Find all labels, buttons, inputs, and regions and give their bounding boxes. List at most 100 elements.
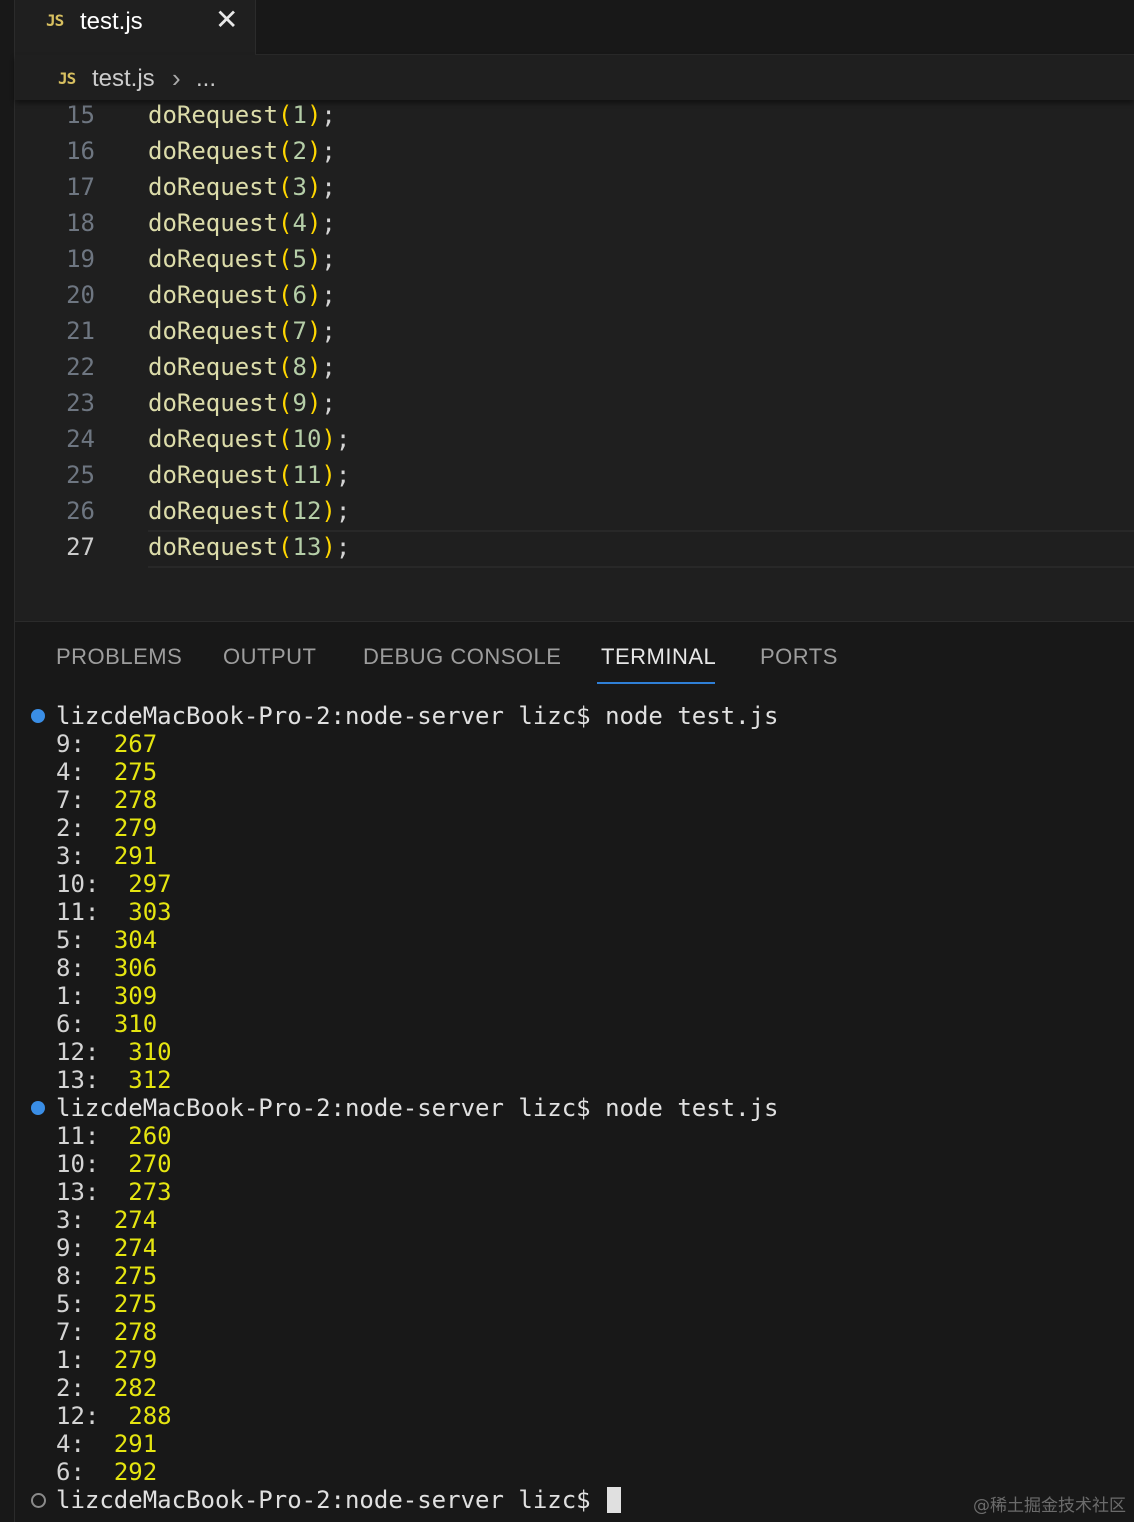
code-text: doRequest(5); [148, 241, 336, 277]
response-time: 291 [113, 842, 158, 870]
code-text: doRequest(7); [148, 313, 336, 349]
semicolon: ; [321, 209, 336, 237]
request-id: 12: [56, 1402, 100, 1430]
function-name: doRequest [148, 209, 279, 237]
code-text: doRequest(2); [148, 133, 336, 169]
open-paren: ( [278, 209, 293, 237]
tab-debug-console[interactable]: DEBUG CONSOLE [363, 644, 561, 670]
response-time: 270 [128, 1150, 172, 1178]
terminal-output-line: 1: 309 [56, 982, 157, 1010]
close-paren: ) [306, 209, 322, 237]
code-line: 19 doRequest(5); [15, 241, 1134, 277]
code-text: doRequest(8); [148, 349, 336, 385]
terminal-output-line: 13: 273 [56, 1178, 172, 1206]
request-id: 6: [56, 1010, 85, 1038]
code-editor[interactable]: 15 doRequest(1); 16 doRequest(2); 17 doReques… [15, 100, 1134, 620]
code-line: 15 doRequest(1); [15, 97, 1134, 133]
terminal-output-line: 9: 274 [56, 1234, 157, 1262]
semicolon: ; [321, 353, 336, 381]
open-paren: ( [278, 245, 293, 273]
request-id: 4: [56, 1430, 85, 1458]
breadcrumb-more[interactable]: ... [196, 65, 216, 93]
request-id: 2: [56, 814, 85, 842]
response-time: 303 [128, 898, 172, 926]
request-id: 8: [56, 1262, 85, 1290]
function-name: doRequest [148, 245, 279, 273]
semicolon: ; [335, 425, 351, 453]
close-paren: ) [321, 461, 336, 489]
open-paren: ( [278, 533, 293, 561]
request-id: 7: [56, 1318, 85, 1346]
terminal-output-line: 8: 306 [56, 954, 157, 982]
semicolon: ; [335, 533, 351, 561]
semicolon: ; [335, 461, 351, 489]
request-id: 4: [56, 758, 85, 786]
request-id: 12: [56, 1038, 100, 1066]
terminal-output-line: 6: 292 [56, 1458, 157, 1486]
open-paren: ( [278, 461, 293, 489]
terminal-prompt: lizcdeMacBook-Pro-2:node-server lizc$ [56, 1486, 591, 1514]
argument: 2 [292, 137, 307, 165]
tab-terminal[interactable]: TERMINAL [601, 644, 716, 670]
response-time: 260 [128, 1122, 172, 1150]
response-time: 273 [128, 1178, 172, 1206]
request-id: 6: [56, 1458, 85, 1486]
open-paren: ( [278, 101, 293, 129]
terminal-prompt-line: lizcdeMacBook-Pro-2:node-server lizc$ no… [56, 702, 778, 730]
code-line: 23 doRequest(9); [15, 385, 1134, 421]
close-paren: ) [306, 281, 322, 309]
terminal-output-line: 4: 291 [56, 1430, 157, 1458]
function-name: doRequest [148, 173, 279, 201]
line-number: 16 [66, 137, 95, 165]
request-id: 5: [56, 926, 85, 954]
terminal-output-line: 5: 304 [56, 926, 157, 954]
code-line: 26 doRequest(12); [15, 493, 1134, 529]
function-name: doRequest [148, 425, 279, 453]
function-name: doRequest [148, 137, 279, 165]
request-id: 11: [56, 1122, 100, 1150]
argument: 6 [292, 281, 307, 309]
terminal-prompt-line: lizcdeMacBook-Pro-2:node-server lizc$ no… [56, 1094, 778, 1122]
terminal-prompt-line: lizcdeMacBook-Pro-2:node-server lizc$ [56, 1486, 622, 1514]
terminal-output-line: 10: 270 [56, 1150, 172, 1178]
request-id: 13: [56, 1066, 100, 1094]
terminal-output-line: 9: 267 [56, 730, 157, 758]
function-name: doRequest [148, 461, 279, 489]
argument: 9 [292, 389, 307, 417]
activity-bar-edge [0, 0, 15, 1522]
terminal-output-line: 10: 297 [56, 870, 172, 898]
request-id: 1: [56, 1346, 85, 1374]
line-number: 23 [66, 389, 95, 417]
open-paren: ( [278, 497, 293, 525]
response-time: 278 [113, 786, 158, 814]
request-id: 9: [56, 1234, 85, 1262]
argument: 5 [292, 245, 307, 273]
terminal-output-line: 12: 310 [56, 1038, 172, 1066]
argument: 12 [292, 497, 322, 525]
request-id: 8: [56, 954, 85, 982]
terminal-output-line: 11: 260 [56, 1122, 172, 1150]
close-paren: ) [306, 137, 322, 165]
request-id: 7: [56, 786, 85, 814]
tab-ports[interactable]: PORTS [760, 644, 838, 670]
close-paren: ) [306, 317, 322, 345]
response-time: 274 [113, 1206, 158, 1234]
tab-label: test.js [80, 8, 143, 35]
watermark: @稀土掘金技术社区 [973, 1496, 1126, 1516]
tab-output[interactable]: OUTPUT [223, 644, 316, 670]
breadcrumb-file[interactable]: test.js [92, 65, 155, 93]
response-time: 312 [128, 1066, 172, 1094]
response-time: 275 [113, 1262, 158, 1290]
response-time: 297 [128, 870, 172, 898]
response-time: 267 [113, 730, 158, 758]
semicolon: ; [321, 245, 336, 273]
function-name: doRequest [148, 389, 279, 417]
response-time: 275 [113, 758, 158, 786]
terminal-command: node test.js [605, 702, 779, 730]
tab-problems[interactable]: PROBLEMS [56, 644, 182, 670]
close-icon[interactable]: ✕ [215, 6, 238, 34]
chevron-right-icon: › [172, 63, 181, 93]
line-number: 25 [66, 461, 95, 489]
open-paren: ( [278, 281, 293, 309]
editor-tab-test-js[interactable]: JS test.js ✕ [15, 0, 256, 55]
